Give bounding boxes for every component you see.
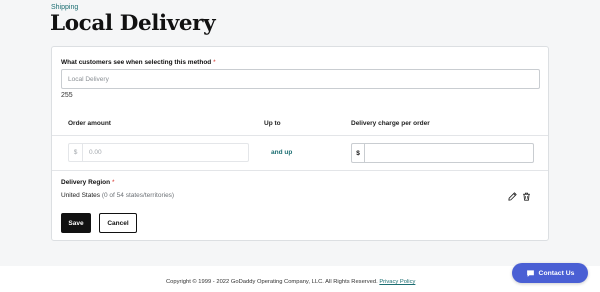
delivery-method-card: What customers see when selecting this m…: [51, 46, 549, 241]
trash-icon[interactable]: [521, 191, 531, 201]
currency-prefix: $: [352, 144, 365, 162]
char-count: 255: [61, 92, 73, 99]
order-amount-input[interactable]: [84, 144, 248, 161]
page-title: Local Delivery: [50, 11, 216, 36]
pencil-icon[interactable]: [507, 191, 517, 201]
col-header-order-amount: Order amount: [68, 120, 111, 127]
region-count: (0 of 54 states/territories): [101, 192, 175, 199]
method-name-label: What customers see when selecting this m…: [61, 59, 216, 66]
pencil-icon-graphic: [507, 191, 517, 201]
page-footer: Copyright © 1999 - 2022 GoDaddy Operatin…: [0, 266, 600, 292]
method-name-label-text: What customers see when selecting this m…: [61, 59, 212, 66]
delivery-charge-input[interactable]: [366, 144, 533, 162]
delivery-region-value: United States (0 of 54 states/territorie…: [61, 192, 174, 199]
breadcrumb-shipping[interactable]: Shipping: [51, 4, 78, 11]
chat-bubble-icon: [526, 269, 534, 277]
required-marker: *: [111, 179, 115, 186]
contact-us-button[interactable]: Contact Us: [512, 263, 588, 283]
col-header-up-to: Up to: [264, 120, 281, 127]
and-up-link[interactable]: and up: [271, 149, 292, 156]
table-row-divider: [52, 170, 548, 171]
region-country: United States: [61, 192, 101, 199]
save-button[interactable]: Save: [61, 213, 91, 233]
currency-prefix: $: [69, 144, 83, 161]
method-name-input[interactable]: [61, 69, 540, 89]
footer-copyright: Copyright © 1999 - 2022 GoDaddy Operatin…: [166, 279, 415, 285]
contact-us-label: Contact Us: [538, 269, 575, 277]
copyright-text: Copyright © 1999 - 2022 GoDaddy Operatin…: [166, 279, 378, 285]
trash-icon-graphic: [522, 192, 530, 201]
table-header-divider: [52, 135, 548, 136]
col-header-delivery-charge: Delivery charge per order: [351, 120, 430, 127]
delivery-charge-input-group: $: [351, 143, 534, 163]
order-amount-input-group: $: [68, 143, 249, 162]
delivery-region-label-text: Delivery Region: [61, 179, 111, 186]
required-marker: *: [213, 59, 216, 66]
cancel-button[interactable]: Cancel: [99, 213, 137, 233]
delivery-region-label: Delivery Region *: [61, 179, 114, 186]
privacy-policy-link[interactable]: Privacy Policy: [379, 279, 415, 285]
